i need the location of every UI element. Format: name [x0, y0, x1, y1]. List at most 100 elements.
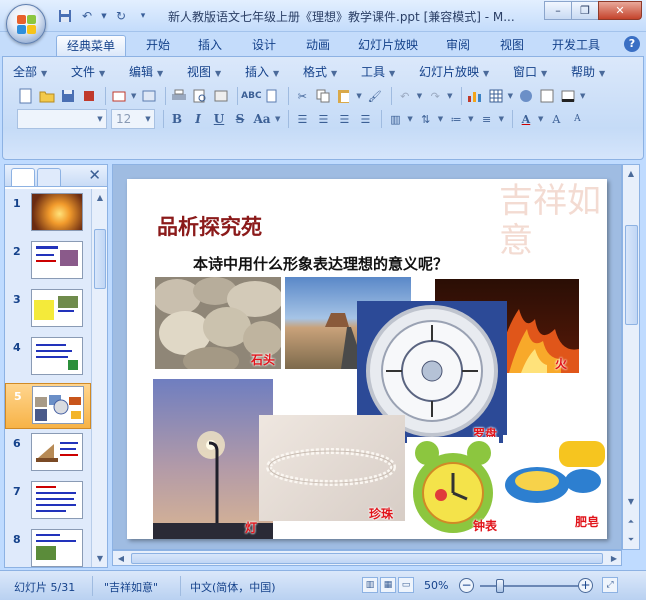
chevron-down-icon[interactable]: ▼	[580, 92, 585, 100]
bullet-list-icon[interactable]: ≡	[478, 110, 496, 128]
help-icon[interactable]: ?	[624, 36, 640, 52]
thumbnail-slide-6[interactable]: 6	[5, 431, 91, 477]
scroll-down-icon[interactable]: ▼	[624, 494, 638, 509]
tab-classic-menu[interactable]: 经典菜单	[56, 35, 127, 56]
email-icon[interactable]	[110, 87, 128, 105]
scrollbar-thumb[interactable]	[625, 225, 638, 325]
scrollbar-thumb[interactable]	[131, 553, 603, 564]
thumbnails-scrollbar[interactable]: ▲ ▼	[91, 189, 107, 567]
slide-sorter-icon[interactable]: ▦	[380, 577, 396, 593]
slideshow-view-icon[interactable]: ▭	[398, 577, 414, 593]
customize-qat-icon[interactable]: ▾	[134, 7, 152, 25]
cut-icon[interactable]: ✂	[293, 87, 311, 105]
zoom-out-icon[interactable]: −	[459, 578, 474, 593]
chevron-down-icon[interactable]: ▼	[468, 115, 473, 123]
print-preview-icon[interactable]	[191, 87, 209, 105]
chevron-down-icon[interactable]: ▼	[100, 7, 108, 25]
menu-tools[interactable]: 工具 ▼	[361, 63, 419, 83]
close-icon[interactable]: ✕	[598, 1, 642, 20]
undo-icon[interactable]: ↶	[396, 87, 414, 105]
font-color-icon[interactable]: A	[517, 110, 535, 128]
table-icon[interactable]	[487, 87, 505, 105]
menu-view[interactable]: 视图 ▼	[187, 63, 245, 83]
slide-title[interactable]: 品析探究苑	[157, 211, 262, 241]
scroll-right-icon[interactable]: ▶	[607, 551, 621, 566]
redo-icon[interactable]: ↷	[426, 87, 444, 105]
office-button[interactable]	[6, 4, 46, 44]
permission-icon[interactable]	[80, 87, 98, 105]
thumbnail-slide-2[interactable]: 2	[5, 239, 91, 285]
research-icon[interactable]	[263, 87, 281, 105]
publish-icon[interactable]	[140, 87, 158, 105]
chevron-down-icon[interactable]: ▼	[356, 92, 361, 100]
thumbnail-slide-1[interactable]: 1	[5, 191, 91, 237]
align-right-icon[interactable]: ☰	[335, 110, 353, 128]
next-slide-icon[interactable]: ⏷	[624, 532, 638, 547]
tab-review[interactable]: 审阅	[436, 35, 480, 56]
menu-help[interactable]: 帮助 ▼	[571, 63, 621, 83]
zoom-in-icon[interactable]: +	[578, 578, 593, 593]
chevron-down-icon[interactable]: ▼	[447, 92, 452, 100]
tab-slideshow[interactable]: 幻灯片放映	[348, 35, 428, 56]
restore-icon[interactable]: ❐	[571, 1, 599, 20]
text-direction-icon[interactable]: ⇅	[417, 110, 435, 128]
zoom-slider-track[interactable]	[480, 585, 578, 587]
new-file-icon[interactable]	[17, 87, 35, 105]
menu-insert[interactable]: 插入 ▼	[245, 63, 303, 83]
chevron-down-icon[interactable]: ▼	[538, 115, 543, 123]
font-name-combo[interactable]: ▼	[17, 109, 107, 129]
chevron-down-icon[interactable]: ▼	[499, 115, 504, 123]
scrollbar-thumb[interactable]	[94, 229, 106, 289]
undo-icon[interactable]: ↶	[78, 7, 96, 25]
slide-vertical-scrollbar[interactable]: ▲ ▼ ⏶ ⏷	[622, 164, 640, 550]
slide-horizontal-scrollbar[interactable]: ◀ ▶	[112, 550, 622, 566]
scroll-up-icon[interactable]: ▲	[624, 166, 638, 181]
strikethrough-button[interactable]: S	[231, 112, 249, 126]
normal-view-icon[interactable]: ▥	[362, 577, 378, 593]
chevron-down-icon[interactable]: ▼	[417, 92, 422, 100]
chevron-down-icon[interactable]: ▼	[438, 115, 443, 123]
numbered-list-icon[interactable]: ≔	[447, 110, 465, 128]
chevron-down-icon[interactable]: ▼	[407, 115, 412, 123]
menu-slideshow[interactable]: 幻灯片放映 ▼	[419, 63, 513, 83]
chevron-down-icon[interactable]: ▼	[508, 92, 513, 100]
thumbnail-slide-8[interactable]: 8	[5, 527, 91, 567]
close-icon[interactable]: ✕	[88, 166, 101, 184]
zoom-level[interactable]: 50%	[424, 579, 448, 592]
menu-window[interactable]: 窗口 ▼	[513, 63, 571, 83]
redo-icon[interactable]: ↻	[112, 7, 130, 25]
menu-all[interactable]: 全部 ▼	[13, 63, 71, 83]
align-left-icon[interactable]: ☰	[293, 110, 311, 128]
columns-icon[interactable]: ▥	[386, 110, 404, 128]
chart-icon[interactable]	[466, 87, 484, 105]
grid-icon[interactable]	[538, 87, 556, 105]
grow-font-icon[interactable]: A	[547, 110, 565, 128]
underline-button[interactable]: U	[210, 112, 228, 126]
soap-image[interactable]	[503, 435, 607, 515]
slides-tab[interactable]	[11, 168, 35, 186]
fit-to-window-icon[interactable]: ⤢	[602, 577, 618, 593]
align-center-icon[interactable]: ☰	[314, 110, 332, 128]
change-case-button[interactable]: Aa	[252, 112, 272, 126]
format-painter-icon[interactable]: 🖌	[366, 87, 384, 105]
spelling-icon[interactable]: ABC	[241, 87, 261, 105]
slide-question[interactable]: 本诗中用什么形象表达理想的意义呢？	[193, 253, 448, 274]
lamp-image[interactable]	[153, 379, 273, 539]
print-icon[interactable]	[170, 87, 188, 105]
thumbnail-slide-4[interactable]: 4	[5, 335, 91, 381]
scroll-up-icon[interactable]: ▲	[93, 190, 107, 205]
chevron-down-icon[interactable]: ▼	[275, 115, 280, 123]
color-fill-icon[interactable]	[559, 87, 577, 105]
previous-slide-icon[interactable]: ⏶	[624, 514, 638, 529]
chevron-down-icon[interactable]: ▼	[131, 92, 136, 100]
menu-edit[interactable]: 编辑 ▼	[129, 63, 187, 83]
thumbnail-slide-3[interactable]: 3	[5, 287, 91, 333]
tab-view[interactable]: 视图	[490, 35, 534, 56]
shrink-font-icon[interactable]: A	[568, 110, 586, 128]
menu-file[interactable]: 文件 ▼	[71, 63, 129, 83]
minimize-icon[interactable]: –	[544, 1, 572, 20]
language-indicator[interactable]: 中文(简体，中国)	[190, 579, 276, 595]
menu-format[interactable]: 格式 ▼	[303, 63, 361, 83]
tab-insert[interactable]: 插入	[188, 35, 232, 56]
save-icon[interactable]	[56, 7, 74, 25]
